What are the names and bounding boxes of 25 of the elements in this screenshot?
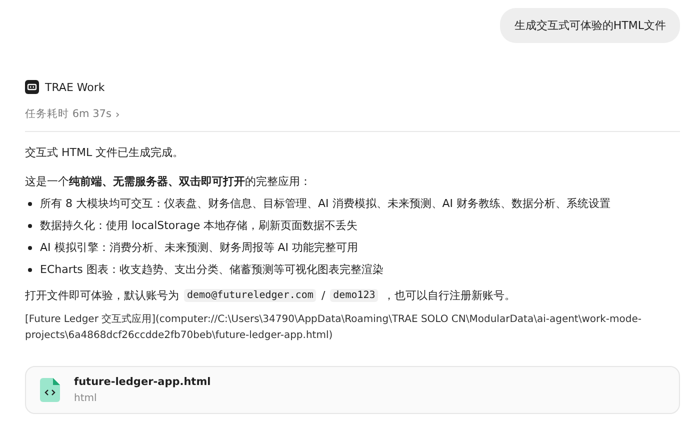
file-type: html: [74, 393, 98, 404]
agent-name: TRAE Work: [45, 80, 105, 94]
bullet-icon: [28, 224, 32, 228]
file-name: future-ledger-app.html: [74, 376, 211, 388]
bullet-text: ECharts 图表：收支趋势、支出分类、储蓄预测等可视化图表完整渲染: [40, 262, 384, 278]
code-file-icon: [40, 378, 60, 402]
inline-code: demo123: [330, 289, 378, 302]
bullet-text: 数据持久化：使用 localStorage 本地存储，刷新页面数据不丢失: [40, 218, 358, 234]
response-paragraph: 这是一个纯前端、无需服务器、双击即可打开的完整应用：: [25, 174, 312, 190]
inline-code: demo@futureledger.com: [184, 289, 316, 302]
bullet-text: AI 模拟引擎：消费分析、未来预测、财务周报等 AI 功能完整可用: [40, 240, 358, 256]
file-card[interactable]: future-ledger-app.html html: [25, 366, 680, 414]
bullet-icon: [28, 202, 32, 206]
bullet-icon: [28, 246, 32, 250]
account-text: ，也可以自行注册新账号。: [383, 288, 516, 303]
bullet-icon: [28, 268, 32, 272]
agent-logo-icon: [25, 80, 39, 94]
bullet-text: 所有 8 大模块均可交互：仪表盘、财务信息、目标管理、AI 消费模拟、未来预测、AI 财务教练、数据分析、系统设置: [40, 196, 611, 212]
expand-chevron[interactable]: ›: [115, 108, 120, 120]
file-link-text[interactable]: [Future Ledger 交互式应用](computer://C:\Users\34790\AppData\Roaming\TRAE SOLO CN\ModularData\ai-agent\work-mode-projects\6a4868dcf26ccdde2fb70beb\future-ledger-app.html): [25, 312, 680, 344]
response-paragraph: 交互式 HTML 文件已生成完成。: [25, 145, 185, 161]
account-text: /: [321, 289, 326, 302]
user-message: 生成交互式可体验的HTML文件: [500, 8, 680, 43]
task-duration[interactable]: 任务耗时 6m 37s: [25, 107, 112, 121]
account-text: 打开文件即可体验，默认账号为: [25, 288, 179, 303]
